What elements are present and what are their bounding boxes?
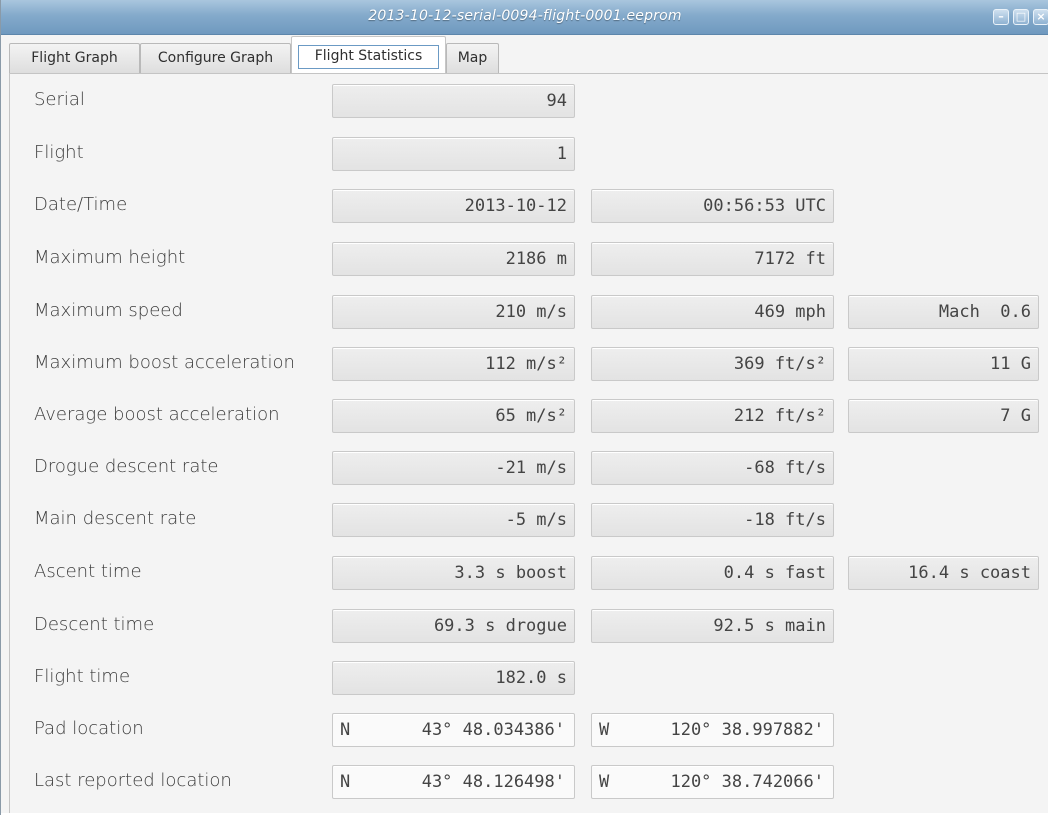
drogue-rate-metric: -21 m/s bbox=[332, 451, 575, 485]
max-boost-imperial: 369 ft/s² bbox=[591, 347, 834, 381]
pad-latitude-hemisphere: N bbox=[340, 720, 351, 740]
serial-label: Serial bbox=[34, 89, 85, 110]
maximize-icon[interactable]: □ bbox=[1013, 9, 1029, 25]
flight-time-value: 182.0 s bbox=[332, 661, 575, 695]
serial-value: 94 bbox=[332, 84, 575, 118]
window-title: 2013-10-12-serial-0094-flight-0001.eepro… bbox=[368, 8, 682, 24]
max-speed-mps: 210 m/s bbox=[332, 295, 575, 329]
max-height-feet: 7172 ft bbox=[591, 242, 834, 276]
date-value: 2013-10-12 bbox=[332, 189, 575, 223]
max-height-meters: 2186 m bbox=[332, 242, 575, 276]
max-boost-metric: 112 m/s² bbox=[332, 347, 575, 381]
ascent-time-coast: 16.4 s coast bbox=[848, 556, 1039, 590]
avg-boost-imperial: 212 ft/s² bbox=[591, 399, 834, 433]
max-speed-mach: Mach 0.6 bbox=[848, 295, 1039, 329]
max-boost-label: Maximum boost acceleration bbox=[34, 352, 295, 373]
main-rate-metric: -5 m/s bbox=[332, 503, 575, 537]
last-longitude: W 120° 38.742066' bbox=[591, 765, 834, 799]
last-latitude-hemisphere: N bbox=[340, 772, 351, 792]
minimize-icon[interactable]: – bbox=[993, 9, 1009, 25]
flight-time-label: Flight time bbox=[34, 666, 131, 687]
pad-longitude: W 120° 38.997882' bbox=[591, 713, 834, 747]
drogue-rate-imperial: -68 ft/s bbox=[591, 451, 834, 485]
flight-statistics-panel bbox=[9, 73, 1048, 815]
pad-longitude-hemisphere: W bbox=[599, 720, 610, 740]
close-icon[interactable]: × bbox=[1033, 9, 1048, 25]
tab-configure-graph[interactable]: Configure Graph bbox=[140, 43, 291, 73]
tab-flight-statistics-label: Flight Statistics bbox=[298, 45, 439, 69]
flight-label: Flight bbox=[34, 142, 84, 163]
last-longitude-value: 120° 38.742066' bbox=[670, 772, 824, 792]
main-rate-label: Main descent rate bbox=[34, 508, 197, 529]
max-boost-g: 11 G bbox=[848, 347, 1039, 381]
tab-map[interactable]: Map bbox=[446, 43, 499, 73]
main-rate-imperial: -18 ft/s bbox=[591, 503, 834, 537]
descent-time-main: 92.5 s main bbox=[591, 609, 834, 643]
datetime-label: Date/Time bbox=[34, 194, 128, 215]
max-height-label: Maximum height bbox=[34, 247, 186, 268]
tab-flight-statistics[interactable]: Flight Statistics bbox=[291, 36, 446, 74]
ascent-time-label: Ascent time bbox=[34, 561, 142, 582]
pad-latitude-value: 43° 48.034386' bbox=[421, 720, 565, 740]
avg-boost-label: Average boost acceleration bbox=[34, 404, 280, 425]
title-bar[interactable]: 2013-10-12-serial-0094-flight-0001.eepro… bbox=[1, 0, 1048, 35]
descent-time-drogue: 69.3 s drogue bbox=[332, 609, 575, 643]
last-longitude-hemisphere: W bbox=[599, 772, 610, 792]
descent-time-label: Descent time bbox=[34, 614, 155, 635]
flight-value: 1 bbox=[332, 137, 575, 171]
last-latitude-value: 43° 48.126498' bbox=[421, 772, 565, 792]
application-window: 2013-10-12-serial-0094-flight-0001.eepro… bbox=[0, 0, 1048, 815]
last-latitude: N 43° 48.126498' bbox=[332, 765, 575, 799]
pad-longitude-value: 120° 38.997882' bbox=[670, 720, 824, 740]
avg-boost-metric: 65 m/s² bbox=[332, 399, 575, 433]
tab-flight-graph[interactable]: Flight Graph bbox=[9, 43, 140, 73]
pad-latitude: N 43° 48.034386' bbox=[332, 713, 575, 747]
ascent-time-boost: 3.3 s boost bbox=[332, 556, 575, 590]
pad-location-label: Pad location bbox=[34, 718, 144, 739]
avg-boost-g: 7 G bbox=[848, 399, 1039, 433]
time-value: 00:56:53 UTC bbox=[591, 189, 834, 223]
drogue-rate-label: Drogue descent rate bbox=[34, 456, 219, 477]
max-speed-label: Maximum speed bbox=[34, 300, 183, 321]
tab-bar: Flight Graph Configure Graph Flight Stat… bbox=[9, 34, 1048, 74]
max-speed-mph: 469 mph bbox=[591, 295, 834, 329]
ascent-time-fast: 0.4 s fast bbox=[591, 556, 834, 590]
last-location-label: Last reported location bbox=[34, 770, 232, 791]
